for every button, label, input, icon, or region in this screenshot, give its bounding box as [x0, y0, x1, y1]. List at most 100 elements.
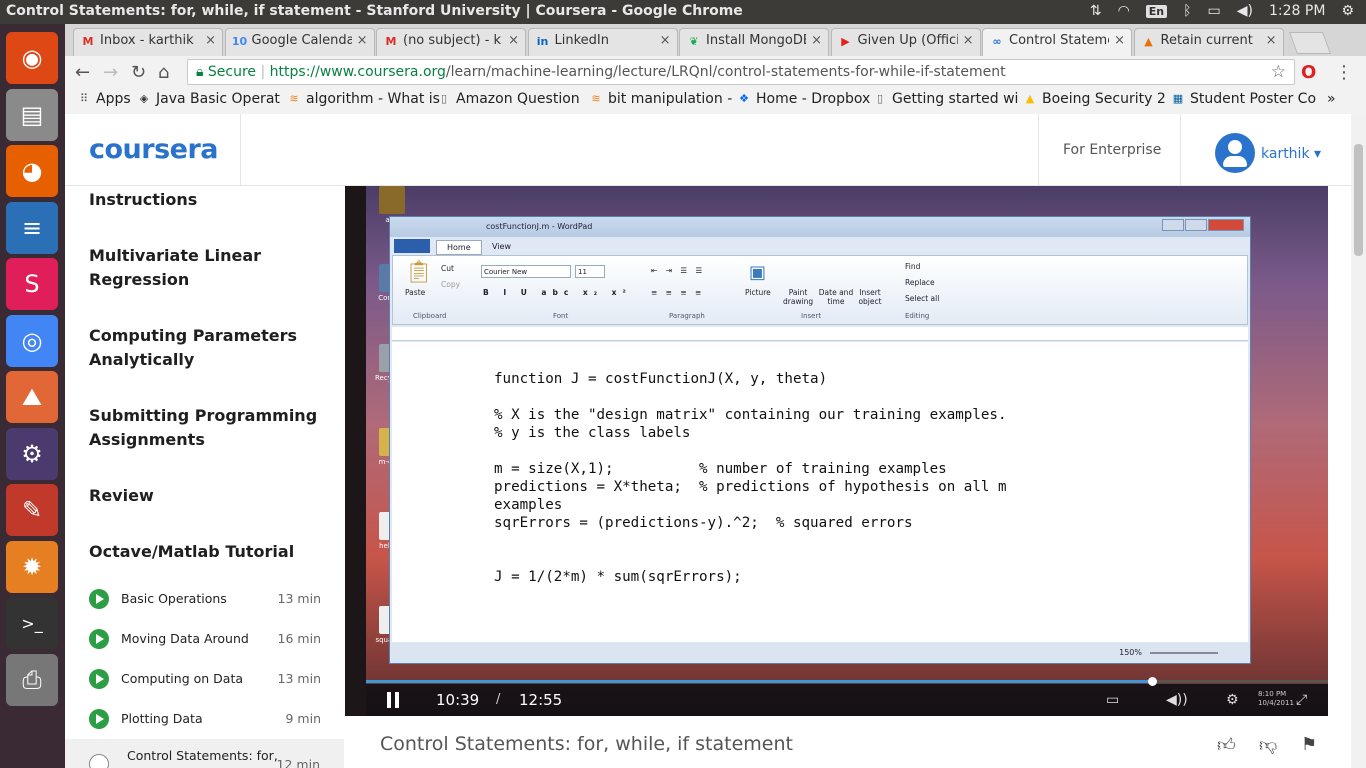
eclipse-icon[interactable]: ⚙	[6, 427, 58, 480]
video-player[interactable]: angComputRecycle Bm-classhello.msquareAn…	[345, 186, 1328, 716]
close-tab-icon[interactable]: ×	[357, 33, 368, 48]
thumbs-down-icon[interactable]: 👎︎	[1259, 734, 1277, 756]
bookmark-item[interactable]: ❖ Home - Dropbox	[737, 91, 870, 107]
sidebar-lesson-item[interactable]: Computing on Data 13 min	[89, 668, 321, 692]
more-bookmarks-icon[interactable]: »	[1327, 91, 1336, 107]
close-tab-icon[interactable]: ×	[963, 33, 974, 48]
files-icon[interactable]: ▤	[6, 88, 58, 141]
bookmark-item[interactable]: ▲ Boeing Security 2	[1023, 91, 1166, 107]
paste-icon: 📋︎	[405, 260, 433, 285]
writer-icon[interactable]: ≡	[6, 201, 58, 254]
browser-tab[interactable]: ▶ Given Up (Official ×	[830, 28, 981, 56]
browser-tab[interactable]: M (no subject) - k ×	[376, 28, 526, 56]
browser-tab[interactable]: 10 Google Calendar ×	[224, 28, 375, 56]
ruler	[392, 327, 1248, 341]
desktop-clock: 8:10 PM 10/4/2011	[1258, 690, 1294, 707]
browser-tab[interactable]: in LinkedIn ×	[527, 28, 678, 56]
close-tab-icon[interactable]: ×	[508, 33, 519, 48]
menu-kebab-icon[interactable]: ⋮	[1335, 62, 1353, 83]
opera-extension-icon[interactable]: O	[1301, 62, 1316, 83]
coursera-logo[interactable]: coursera	[89, 134, 219, 165]
matlab-icon[interactable]: ⛰	[6, 371, 58, 423]
play-circle-icon	[89, 669, 109, 689]
sidebar-section-heading[interactable]: Review	[89, 484, 319, 508]
close-tab-icon[interactable]: ×	[811, 33, 822, 48]
bookmark-item[interactable]: ▦ Student Poster Co	[1171, 91, 1316, 107]
home-icon[interactable]: ⌂	[158, 62, 169, 83]
calendar-icon: 10	[231, 35, 248, 48]
sidebar-lesson-item[interactable]: Basic Operations 13 min	[89, 588, 321, 612]
network-icon[interactable]: ⇅	[1090, 3, 1102, 19]
terminal-icon[interactable]: >_	[6, 597, 58, 649]
play-circle-icon	[89, 629, 109, 649]
sidebar-section-heading[interactable]: Submitting Programming Assignments	[89, 404, 319, 452]
battery-icon[interactable]: ▭	[1208, 3, 1221, 19]
browser-tab[interactable]: ❦ Install MongoDB ×	[679, 28, 829, 56]
page-scrollbar[interactable]	[1351, 114, 1366, 768]
for-enterprise-link[interactable]: For Enterprise	[1063, 142, 1161, 158]
chrome-icon[interactable]: ◎	[6, 314, 58, 367]
close-tab-icon[interactable]: ×	[1266, 33, 1277, 48]
copy-label: Copy	[441, 280, 461, 289]
progress-handle[interactable]	[1147, 677, 1157, 686]
flag-icon[interactable]: ⚑	[1301, 734, 1317, 755]
bookmark-item[interactable]: ▯ Getting started wi	[873, 91, 1018, 107]
settings-gear-icon[interactable]: ⚙	[1226, 692, 1239, 708]
settings-icon[interactable]: ✹	[6, 540, 58, 593]
volume-icon[interactable]: ◀))	[1166, 692, 1188, 708]
sidebar-lesson-item[interactable]: Plotting Data 9 min	[89, 708, 321, 732]
progress-bar[interactable]	[366, 677, 1328, 686]
keyboard-layout[interactable]: En	[1145, 4, 1168, 18]
scroll-thumb[interactable]	[1354, 144, 1363, 256]
close-tab-icon[interactable]: ×	[1114, 33, 1125, 48]
sidebar-lesson-item[interactable]: Moving Data Around 16 min	[89, 628, 321, 652]
tab-label: Install MongoDB	[706, 33, 806, 48]
volume-icon[interactable]: ◀)	[1237, 3, 1253, 19]
forward-arrow-icon[interactable]: →	[103, 62, 118, 83]
bookmark-item[interactable]: ▯ Amazon Question	[437, 91, 580, 107]
clock[interactable]: 1:28 PM	[1269, 3, 1325, 19]
bluetooth-icon[interactable]: ᛒ	[1183, 3, 1191, 19]
bookmark-item[interactable]: ◈ Java Basic Operat	[137, 91, 280, 107]
bookmark-item[interactable]: ⠿ Apps	[77, 91, 131, 107]
bookmark-item[interactable]: ≋ algorithm - What is	[287, 91, 440, 107]
printer-icon[interactable]: ⎙	[6, 653, 58, 706]
close-tab-icon[interactable]: ×	[660, 33, 671, 48]
new-tab-button[interactable]	[1288, 32, 1332, 54]
browser-tab[interactable]: ∞ Control Statements ×	[982, 28, 1132, 56]
wifi-icon[interactable]: ◠	[1118, 3, 1130, 19]
sidebar-section-heading[interactable]: Instructions	[89, 188, 319, 212]
close-tab-icon[interactable]: ×	[205, 33, 216, 48]
thumbs-up-icon[interactable]: 👍︎	[1217, 734, 1236, 756]
lock-icon: 🔒︎	[196, 64, 204, 80]
reload-icon[interactable]: ↻	[131, 62, 146, 83]
site-header: coursera For Enterprise karthik ▾	[65, 114, 1351, 186]
browser-tab[interactable]: ▲ Retain current ×	[1133, 28, 1284, 56]
slack-icon[interactable]: S	[6, 258, 58, 310]
bookmark-label: Apps	[96, 91, 131, 107]
ubuntu-icon[interactable]: ◉	[6, 32, 58, 84]
bookmark-item[interactable]: ≋ bit manipulation -	[589, 91, 732, 107]
power-gear-icon[interactable]: ⚙	[1341, 3, 1354, 19]
firefox-icon[interactable]: ◕	[6, 145, 58, 197]
tab-label: Given Up (Official	[857, 33, 958, 48]
browser-tab[interactable]: M Inbox - karthik ×	[73, 28, 223, 56]
captions-icon[interactable]: ▭	[1106, 692, 1119, 708]
code-text: function J = costFunctionJ(X, y, theta) …	[494, 371, 1007, 585]
bookmark-star-icon[interactable]: ☆	[1271, 62, 1286, 82]
sidebar-section-heading[interactable]: Computing Parameters Analytically	[89, 324, 319, 372]
bookmark-label: algorithm - What is	[306, 91, 440, 107]
current-lesson-item[interactable]: Control Statements: for, 12 min	[65, 739, 344, 768]
tools-icon[interactable]: ✎	[6, 484, 58, 536]
address-bar[interactable]: 🔒︎ Secure | https://www.coursera.org/lea…	[187, 59, 1295, 85]
avatar[interactable]	[1215, 133, 1255, 173]
group-font: Font	[553, 312, 569, 320]
user-menu[interactable]: karthik ▾	[1261, 146, 1321, 162]
group-editing: Editing	[905, 312, 930, 320]
sidebar-section-heading[interactable]: Octave/Matlab Tutorial	[89, 540, 319, 564]
time-separator: /	[496, 692, 501, 707]
back-arrow-icon[interactable]: ←	[75, 62, 90, 83]
pause-button[interactable]	[386, 692, 400, 708]
fullscreen-icon[interactable]: ⤢	[1296, 692, 1307, 708]
sidebar-section-heading[interactable]: Multivariate Linear Regression	[89, 244, 319, 292]
